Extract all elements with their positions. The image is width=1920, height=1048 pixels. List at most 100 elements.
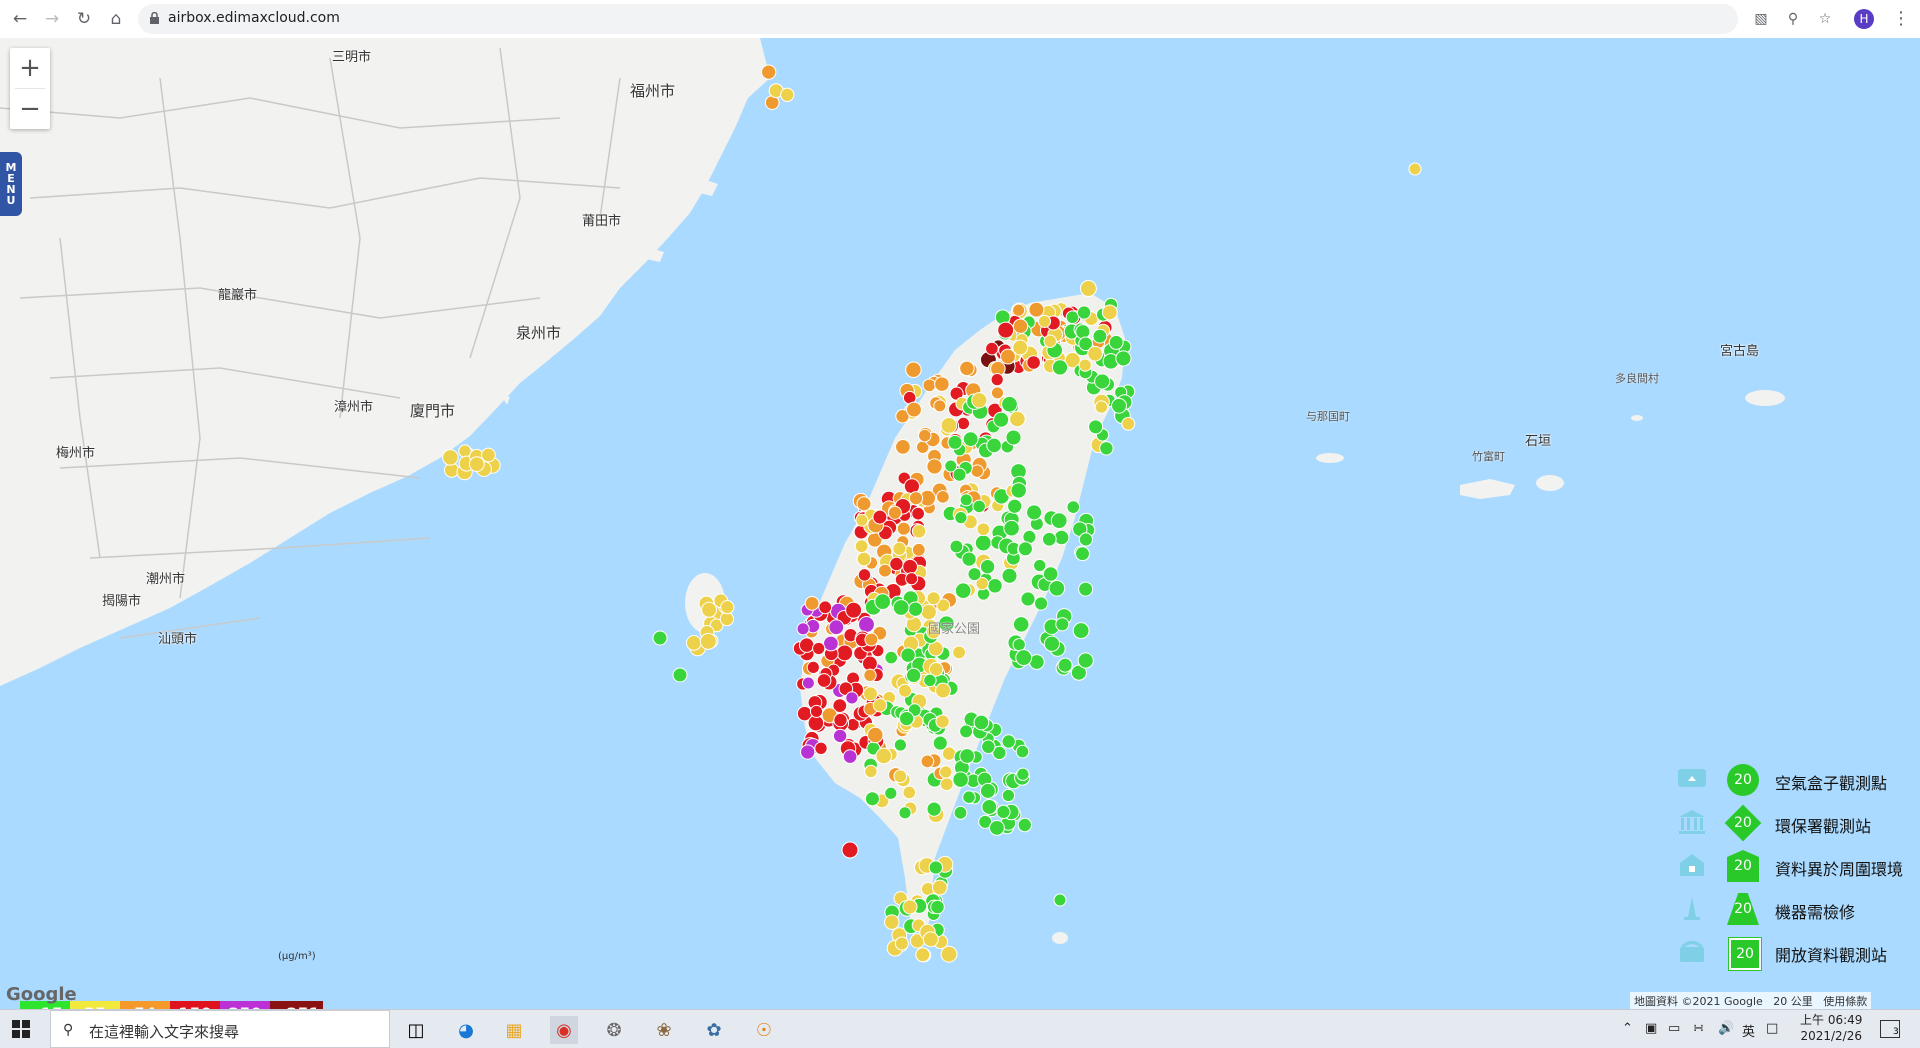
station-marker[interactable] (858, 616, 875, 633)
station-marker[interactable] (962, 790, 976, 804)
station-marker[interactable] (1015, 744, 1030, 759)
station-marker[interactable] (1065, 310, 1080, 325)
attribution-terms[interactable]: 使用條款 (1823, 995, 1867, 1008)
file-explorer-icon[interactable]: ▦ (500, 1016, 528, 1044)
station-marker[interactable] (952, 467, 967, 482)
station-marker[interactable] (905, 361, 922, 379)
forward-button[interactable]: → (40, 7, 64, 31)
station-marker[interactable] (872, 509, 888, 525)
station-marker[interactable] (1078, 532, 1093, 547)
station-marker[interactable] (685, 635, 702, 651)
station-marker[interactable] (1053, 893, 1067, 907)
station-marker[interactable] (976, 522, 991, 537)
station-marker[interactable] (1012, 303, 1026, 317)
station-marker[interactable] (832, 728, 848, 744)
station-marker[interactable] (1033, 558, 1047, 573)
station-marker[interactable] (842, 749, 858, 764)
station-marker[interactable] (875, 747, 893, 765)
station-marker[interactable] (1001, 788, 1016, 803)
station-marker[interactable] (935, 714, 950, 729)
station-marker[interactable] (1012, 616, 1030, 633)
volume-icon[interactable]: 🔊 (1718, 1021, 1734, 1036)
station-marker[interactable] (1101, 304, 1118, 321)
station-marker[interactable] (1001, 567, 1018, 584)
station-marker[interactable] (1007, 498, 1023, 514)
station-marker[interactable] (1111, 397, 1127, 414)
station-marker[interactable] (1075, 546, 1090, 562)
station-marker[interactable] (900, 647, 916, 663)
station-marker[interactable] (701, 601, 718, 618)
station-marker[interactable] (908, 491, 924, 506)
station-marker[interactable] (1057, 657, 1073, 673)
station-marker[interactable] (481, 447, 496, 463)
station-marker[interactable] (1028, 301, 1045, 318)
station-marker[interactable] (1066, 500, 1081, 514)
station-marker[interactable] (952, 645, 966, 660)
station-marker[interactable] (1003, 519, 1020, 537)
station-marker[interactable] (894, 936, 909, 951)
station-marker[interactable] (981, 799, 998, 815)
station-marker[interactable] (915, 947, 931, 963)
map-canvas[interactable]: 三明市 福州市 莆田市 龍巖市 泉州市 漳州市 廈門市 梅州市 潮州市 揭陽市 … (0, 38, 1920, 1009)
station-marker[interactable] (988, 819, 1005, 836)
blender-icon[interactable]: ☉ (750, 1016, 778, 1044)
station-marker[interactable] (1121, 416, 1136, 431)
station-marker[interactable] (922, 378, 937, 393)
station-marker[interactable] (954, 510, 968, 525)
station-marker[interactable] (884, 650, 899, 665)
station-marker[interactable] (780, 87, 795, 102)
station-marker[interactable] (935, 682, 951, 699)
station-marker[interactable] (906, 401, 922, 418)
station-marker[interactable] (959, 748, 975, 764)
station-marker[interactable] (814, 741, 828, 755)
station-marker[interactable] (1026, 355, 1041, 370)
station-marker[interactable] (1020, 591, 1036, 607)
station-marker[interactable] (1043, 334, 1057, 348)
station-marker[interactable] (956, 416, 971, 431)
station-marker[interactable] (979, 559, 996, 575)
station-marker[interactable] (902, 558, 918, 575)
station-marker[interactable] (979, 782, 996, 799)
station-marker[interactable] (1012, 638, 1026, 652)
station-marker[interactable] (845, 601, 863, 619)
station-marker[interactable] (468, 456, 485, 472)
gimp-icon[interactable]: ❀ (650, 1016, 678, 1044)
station-marker[interactable] (926, 458, 943, 475)
station-marker[interactable] (1043, 635, 1061, 652)
station-marker[interactable] (812, 641, 826, 656)
station-marker[interactable] (985, 341, 999, 356)
attribution-scale[interactable]: 20 公里 (1773, 995, 1813, 1008)
station-marker[interactable] (887, 505, 902, 520)
station-marker[interactable] (884, 914, 900, 930)
profile-avatar[interactable]: H (1854, 9, 1874, 29)
station-marker[interactable] (1078, 358, 1092, 372)
station-marker[interactable] (804, 595, 820, 611)
task-view-icon[interactable]: ◫ (402, 1016, 430, 1044)
station-marker[interactable] (962, 431, 979, 447)
chrome-icon[interactable]: ◉ (550, 1016, 578, 1044)
station-marker[interactable] (1041, 531, 1057, 547)
station-marker[interactable] (952, 771, 969, 788)
station-marker[interactable] (1088, 419, 1104, 435)
station-marker[interactable] (1108, 334, 1124, 350)
station-marker[interactable] (974, 534, 992, 552)
station-marker[interactable] (796, 622, 810, 636)
station-marker[interactable] (940, 417, 958, 434)
station-marker[interactable] (926, 591, 941, 606)
station-marker[interactable] (1076, 305, 1092, 320)
edge-icon[interactable]: ◕ (452, 1016, 480, 1044)
battery-icon[interactable]: ▭ (1668, 1021, 1680, 1036)
tray-chevron-icon[interactable]: ⌃ (1622, 1021, 1633, 1036)
station-marker[interactable] (947, 434, 963, 450)
station-marker[interactable] (672, 667, 688, 683)
station-marker[interactable] (953, 805, 968, 820)
station-marker[interactable] (845, 691, 859, 705)
station-marker[interactable] (867, 726, 884, 744)
station-marker[interactable] (828, 619, 845, 636)
station-marker[interactable] (856, 496, 872, 512)
zoom-lens-icon[interactable]: ⚲ (1782, 8, 1804, 30)
station-marker[interactable] (1050, 512, 1068, 529)
station-marker[interactable] (864, 632, 879, 647)
station-marker[interactable] (911, 506, 925, 521)
station-marker[interactable] (936, 490, 950, 504)
